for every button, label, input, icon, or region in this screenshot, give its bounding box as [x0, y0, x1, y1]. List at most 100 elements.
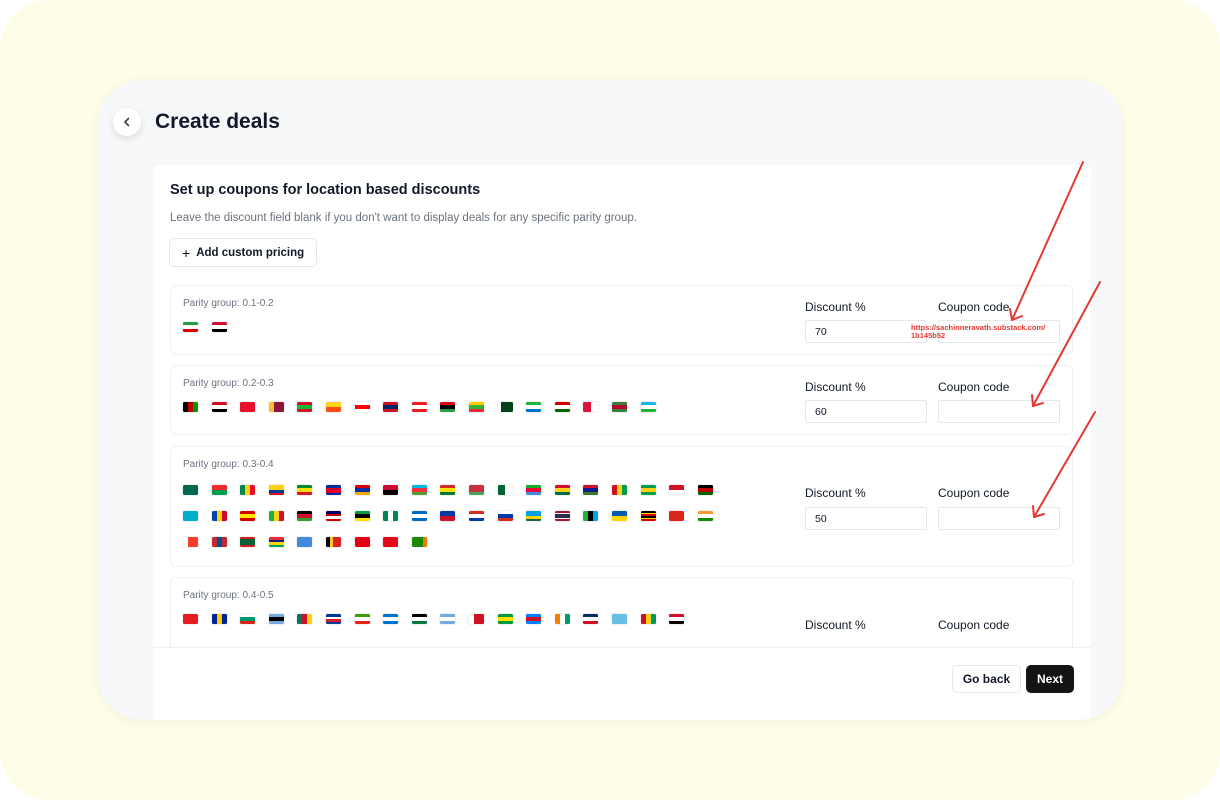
flag-list	[183, 402, 743, 412]
coupon-code-input[interactable]	[938, 400, 1060, 423]
flag-ru-icon	[497, 511, 513, 521]
flag-ci-icon	[554, 614, 570, 624]
flag-sl-icon	[526, 402, 542, 412]
flag-gm-icon	[583, 485, 599, 495]
flag-mk-icon	[240, 511, 256, 521]
flag-fj-icon	[611, 614, 627, 624]
flag-gq-icon	[354, 614, 370, 624]
flag-gw-icon	[611, 485, 627, 495]
coupon-label: Coupon code	[938, 380, 1010, 394]
flag-ml-icon	[268, 511, 284, 521]
flag-by-icon	[468, 485, 484, 495]
flag-tr-icon	[383, 537, 399, 547]
flag-py-icon	[468, 511, 484, 521]
coupon-label: Coupon code	[938, 618, 1010, 632]
flag-my-icon	[325, 511, 341, 521]
flag-af-icon	[183, 402, 198, 412]
flag-vn-icon	[669, 511, 685, 521]
flag-bw-icon	[268, 614, 284, 624]
discount-input[interactable]: 60	[805, 400, 927, 423]
flag-bj-icon	[240, 485, 256, 495]
add-custom-pricing-label: Add custom pricing	[196, 246, 305, 259]
flag-ar-icon	[440, 614, 456, 624]
flag-am-icon	[354, 485, 370, 495]
flag-br-icon	[497, 614, 513, 624]
coupons-card: Set up coupons for location based discou…	[153, 165, 1091, 720]
parity-group-label: Parity group: 0.2-0.3	[183, 378, 274, 389]
flag-kg-icon	[240, 402, 256, 412]
discount-label: Discount %	[805, 300, 866, 314]
discount-input[interactable]: 50	[805, 507, 927, 530]
flag-cd-icon	[526, 614, 542, 624]
flag-in-icon	[697, 511, 713, 521]
parity-group: Parity group: 0.1-0.2 Discount % Coupon …	[170, 285, 1073, 355]
flag-mu-icon	[268, 537, 284, 547]
flag-cm-icon	[297, 614, 313, 624]
next-button[interactable]: Next	[1026, 665, 1074, 693]
flag-bo-icon	[440, 485, 456, 495]
flag-mw-icon	[297, 511, 313, 521]
flag-bd-icon	[183, 485, 198, 495]
flag-rw-icon	[526, 511, 542, 521]
coupon-label: Coupon code	[938, 300, 1010, 314]
add-custom-pricing-button[interactable]: + Add custom pricing	[169, 238, 318, 267]
discount-label: Discount %	[805, 618, 866, 632]
flag-la-icon	[383, 402, 399, 412]
flag-zm-icon	[411, 537, 427, 547]
app-window: Create deals Set up coupons for location…	[98, 80, 1122, 720]
flag-ir-icon	[183, 322, 198, 332]
flag-pk-icon	[497, 402, 513, 412]
flag-tj-icon	[554, 402, 570, 412]
flag-list	[183, 485, 743, 547]
flag-sr-icon	[611, 402, 627, 412]
flag-id-icon	[669, 485, 685, 495]
flag-th-icon	[554, 511, 570, 521]
flag-ng-icon	[383, 511, 399, 521]
flag-gn-icon	[640, 614, 656, 624]
flag-hn-icon	[383, 614, 399, 624]
flag-md-icon	[211, 511, 227, 521]
discount-input[interactable]: 70	[805, 320, 927, 343]
coupon-label: Coupon code	[938, 486, 1010, 500]
flag-dz-icon	[497, 485, 513, 495]
flag-gy-icon	[640, 485, 656, 495]
card-subtitle: Leave the discount field blank if you do…	[170, 212, 637, 224]
flag-np-icon	[583, 402, 599, 412]
flag-ke-icon	[697, 485, 713, 495]
flag-ba-icon	[211, 614, 227, 624]
flag-bi-icon	[297, 402, 313, 412]
flag-co-icon	[268, 485, 284, 495]
flag-az-icon	[411, 485, 427, 495]
chevron-left-icon	[124, 117, 130, 127]
flag-mz-icon	[354, 511, 370, 521]
flag-ge-icon	[354, 402, 370, 412]
flag-ug-icon	[640, 511, 656, 521]
coupon-code-input[interactable]	[938, 507, 1060, 530]
discount-label: Discount %	[805, 380, 866, 394]
back-button[interactable]	[113, 108, 141, 136]
flag-eg-icon	[211, 402, 227, 412]
parity-group: Parity group: 0.2-0.3 Discount % Coupon …	[170, 365, 1073, 435]
coupon-code-input[interactable]: https://sachinneravath.substack.com/ 1b1…	[911, 320, 1060, 343]
flag-sd-icon	[211, 322, 227, 332]
plus-icon: +	[182, 244, 191, 261]
flag-tn-icon	[354, 537, 370, 547]
flag-uz-icon	[640, 402, 656, 412]
flag-mn-icon	[211, 537, 227, 547]
flag-cv-icon	[325, 614, 341, 624]
groups-scroll-area[interactable]: Set up coupons for location based discou…	[153, 165, 1091, 647]
flag-kh-icon	[325, 485, 341, 495]
parity-group-label: Parity group: 0.4-0.5	[183, 590, 274, 601]
flag-mg-icon	[183, 537, 198, 547]
flag-et-icon	[297, 485, 313, 495]
flag-kz-icon	[183, 511, 198, 521]
flag-gh-icon	[554, 485, 570, 495]
parity-group: Parity group: 0.3-0.4 Discount % Coupon …	[170, 446, 1073, 567]
footer-divider	[153, 647, 1091, 648]
flag-ao-icon	[383, 485, 399, 495]
go-back-button[interactable]: Go back	[952, 665, 1021, 693]
flag-ua-icon	[611, 511, 627, 521]
card-title: Set up coupons for location based discou…	[170, 182, 481, 198]
page-title: Create deals	[155, 110, 280, 133]
flag-list	[183, 614, 743, 624]
